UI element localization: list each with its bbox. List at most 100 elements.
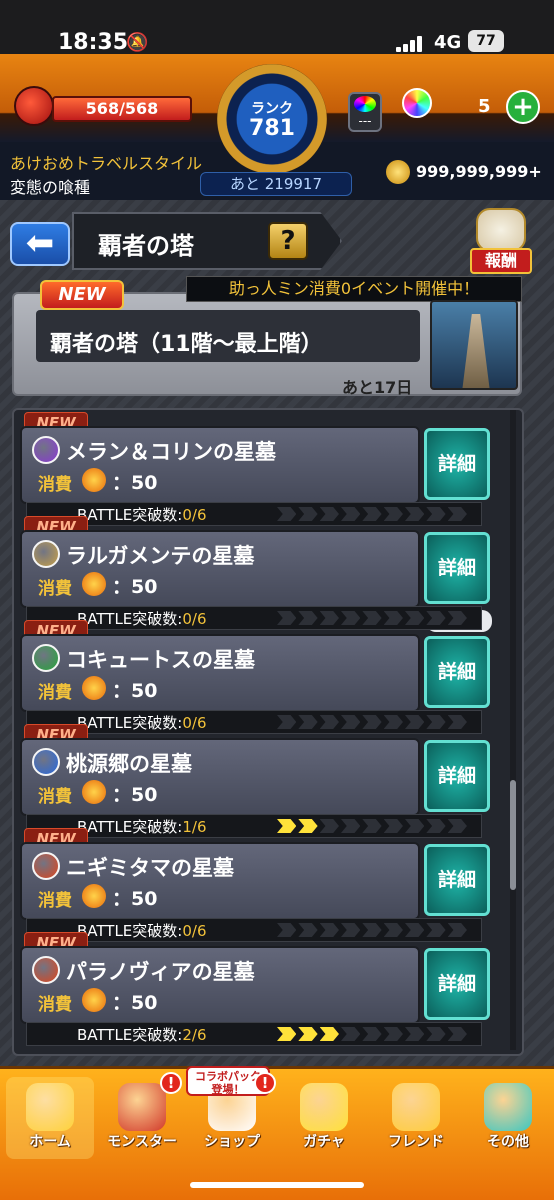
back-button[interactable]: ⬅ <box>10 222 70 266</box>
orb-count: 5 <box>478 96 491 117</box>
cost-label: 消費 <box>38 995 72 1015</box>
progress-label: BATTLE突破数:0/6 <box>77 920 206 941</box>
nav-other[interactable]: その他 <box>464 1077 552 1159</box>
progress-arrow <box>447 507 467 521</box>
element-icon <box>32 436 60 464</box>
progress-label: BATTLE突破数:0/6 <box>77 608 206 629</box>
event-name: あけおめトラベルスタイル <box>10 154 203 173</box>
detail-button[interactable]: 詳細 <box>424 532 490 604</box>
reward-button[interactable]: 報酬 <box>470 208 532 274</box>
stamina-cost: ：50 <box>112 888 158 910</box>
progress-arrow <box>319 715 339 729</box>
quest-name: コキュートスの星墓 <box>66 648 255 672</box>
progress-arrow <box>298 507 318 521</box>
progress-arrow <box>340 611 361 625</box>
battle-progress: BATTLE突破数:2/6 <box>26 1022 482 1046</box>
bell-muted-icon: 🔕 <box>126 32 149 53</box>
orb-icon <box>402 88 432 118</box>
monster-icon <box>118 1083 166 1131</box>
other-icon <box>484 1083 532 1131</box>
progress-arrow <box>404 819 425 833</box>
progress-value: 0/6 <box>182 610 207 628</box>
gold-coin-icon <box>386 160 410 184</box>
progress-arrow <box>298 1027 318 1041</box>
nav-gacha[interactable]: ガチャ <box>280 1077 368 1159</box>
detail-button[interactable]: 詳細 <box>424 636 490 708</box>
quest-row[interactable]: NEW パラノヴィアの星墓 消費 ：50 BATTLE突破数:2/6 詳細 <box>20 932 490 1046</box>
home-indicator <box>190 1182 364 1188</box>
detail-button[interactable]: 詳細 <box>424 844 490 916</box>
nav-friend[interactable]: フレンド <box>372 1077 460 1159</box>
progress-arrow <box>340 923 361 937</box>
detail-button[interactable]: 詳細 <box>424 428 490 500</box>
battle-progress: BATTLE突破数:0/6 <box>26 502 482 526</box>
quest-name: ニギミタマの星墓 <box>66 856 234 880</box>
nav-label: その他 <box>487 1134 529 1150</box>
quest-name: 桃源郷の星墓 <box>66 752 192 776</box>
buy-orb-button[interactable]: + <box>506 90 540 124</box>
progress-arrow <box>447 923 467 937</box>
quest-row[interactable]: NEW ニギミタマの星墓 消費 ：50 BATTLE突破数:0/6 詳細 <box>20 828 490 942</box>
scrollbar-thumb[interactable] <box>510 780 516 890</box>
stamina-icon <box>82 572 106 596</box>
quest-row[interactable]: NEW ラルガメンテの星墓 消費 ：50 BATTLE突破数:0/6 詳細 <box>20 516 490 630</box>
quest-row[interactable]: NEW コキュートスの星墓 消費 ：50 BATTLE突破数:0/6 詳細 <box>20 620 490 734</box>
element-icon <box>32 644 60 672</box>
progress-value: 0/6 <box>182 506 207 524</box>
progress-arrow <box>404 507 425 521</box>
progress-arrow <box>426 819 446 833</box>
progress-arrow <box>298 923 318 937</box>
nav-label: ホーム <box>29 1134 71 1150</box>
progress-value: 0/6 <box>182 922 207 940</box>
progress-arrow <box>426 507 446 521</box>
progress-arrow <box>298 819 318 833</box>
progress-arrow <box>447 819 467 833</box>
stamina-icon <box>14 86 54 126</box>
nav-home[interactable]: ホーム <box>6 1077 94 1159</box>
nav-label: ガチャ <box>303 1134 345 1150</box>
stamina-bar[interactable]: 568/568 <box>52 96 192 122</box>
main-panel: ⬅ 覇者の塔 ? 報酬 助っ人ミン消費0イベント開催中！ NEW 覇者の塔（11… <box>0 200 554 1066</box>
battle-progress: BATTLE突破数:1/6 <box>26 814 482 838</box>
rank-next-exp: あと 219917 <box>200 172 352 196</box>
quest-name: ラルガメンテの星墓 <box>66 544 255 568</box>
progress-label-text: BATTLE突破数: <box>77 922 183 940</box>
cost-label: 消費 <box>38 891 72 911</box>
dragon-icon <box>476 208 526 252</box>
quest-row[interactable]: NEW メラン＆コリンの星墓 消費 ：50 BATTLE突破数:0/6 詳細 <box>20 412 490 526</box>
progress-arrows <box>277 923 467 937</box>
progress-arrow <box>340 819 361 833</box>
progress-label: BATTLE突破数:0/6 <box>77 504 206 525</box>
reward-label: 報酬 <box>470 248 532 274</box>
nav-label: モンスター <box>107 1134 177 1150</box>
help-button[interactable]: ? <box>268 222 308 260</box>
network-type: 4G <box>434 32 462 53</box>
detail-button[interactable]: 詳細 <box>424 740 490 812</box>
progress-value: 2/6 <box>182 1026 207 1044</box>
player-title: 変態の喰種 <box>10 178 91 197</box>
progress-arrow <box>277 611 297 625</box>
quest-row[interactable]: NEW 桃源郷の星墓 消費 ：50 BATTLE突破数:1/6 詳細 <box>20 724 490 838</box>
progress-arrow <box>447 611 467 625</box>
scrollbar[interactable] <box>510 410 516 1050</box>
progress-arrow <box>298 611 318 625</box>
progress-arrow <box>319 507 339 521</box>
status-time: 18:35 <box>58 30 129 55</box>
progress-arrow <box>383 715 403 729</box>
monster-alert-icon: ! <box>160 1072 182 1094</box>
event-ticker: 助っ人ミン消費0イベント開催中！ <box>186 276 522 302</box>
orb-box-icon[interactable]: --- <box>348 92 382 132</box>
progress-arrow <box>426 611 446 625</box>
progress-label-text: BATTLE突破数: <box>77 506 183 524</box>
cost-label: 消費 <box>38 683 72 703</box>
progress-arrow <box>340 1027 361 1041</box>
stamina-cost: ：50 <box>112 784 158 806</box>
element-icon <box>32 956 60 984</box>
detail-button[interactable]: 詳細 <box>424 948 490 1020</box>
nav-label: フレンド <box>388 1134 444 1150</box>
progress-label: BATTLE突破数:2/6 <box>77 1024 206 1045</box>
progress-value: 0/6 <box>182 714 207 732</box>
progress-arrow <box>298 715 318 729</box>
progress-arrow <box>277 819 297 833</box>
rank-medal[interactable]: ランク 781 <box>217 64 327 174</box>
